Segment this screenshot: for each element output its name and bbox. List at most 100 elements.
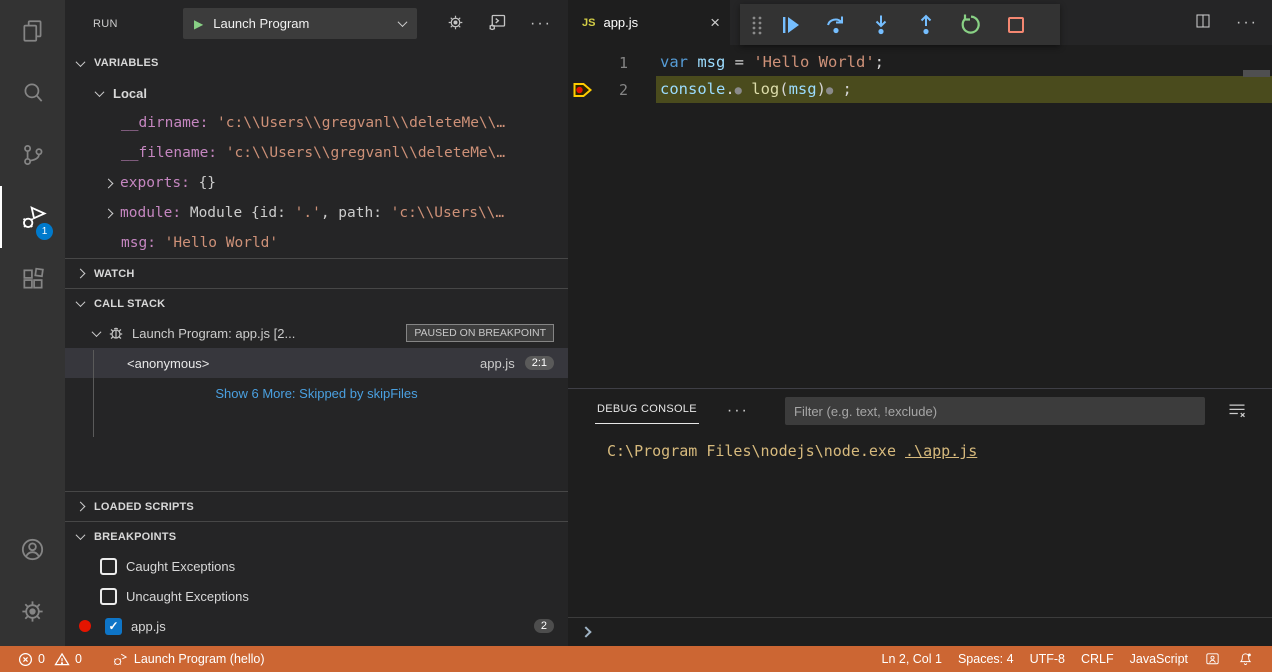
section-breakpoints[interactable]: BREAKPOINTS (65, 521, 568, 551)
problems-indicator[interactable]: 0 0 (10, 646, 90, 672)
split-editor-button[interactable] (1194, 12, 1212, 33)
callstack-session-row[interactable]: Launch Program: app.js [2... PAUSED ON B… (65, 318, 568, 348)
more-actions-button[interactable]: ··· (530, 19, 552, 29)
activity-source-control[interactable] (0, 124, 65, 186)
section-watch[interactable]: WATCH (65, 258, 568, 288)
section-call-stack[interactable]: CALL STACK (65, 288, 568, 318)
section-loaded-scripts[interactable]: LOADED SCRIPTS (65, 491, 568, 521)
vscode-window: 1 (0, 0, 1272, 672)
stop-button[interactable] (998, 8, 1034, 42)
step-out-icon (914, 13, 938, 37)
variable-text: __filename: 'c:\\Users\\gregvanl\\delete… (121, 145, 505, 161)
console-output-line[interactable]: C:\Program Files\nodejs\node.exe .\app.j… (607, 442, 1272, 460)
start-debug-icon[interactable]: ▶ (194, 17, 203, 31)
cursor-position-label: Ln 2, Col 1 (882, 652, 942, 666)
variable-msg[interactable]: msg: 'Hello World' (65, 228, 568, 258)
more-actions-button[interactable]: ··· (1236, 18, 1258, 28)
chevron-right-icon (76, 269, 86, 279)
section-label: BREAKPOINTS (94, 531, 176, 543)
run-debug-sidebar: RUN ▶ Launch Program (65, 0, 568, 646)
show-more-label: Show 6 More: Skipped by skipFiles (215, 386, 417, 401)
feedback-button[interactable] (1196, 646, 1229, 672)
variable-text: exports: {} (120, 175, 216, 191)
status-bar: 0 0 Launch Program (hello) Ln 2, Col 1 S… (0, 646, 1272, 672)
sidebar-toolbar: RUN ▶ Launch Program (65, 0, 568, 48)
notifications-button[interactable] (1229, 646, 1262, 672)
code-line-1[interactable]: 1 var msg = 'Hello World'; (568, 49, 1272, 76)
feedback-icon (1204, 651, 1221, 668)
tab-bar: JS app.js × ··· (568, 0, 1272, 45)
warning-count: 0 (75, 652, 82, 666)
tab-label: app.js (603, 15, 702, 30)
clear-console-button[interactable] (1227, 401, 1247, 424)
continue-button[interactable] (773, 8, 809, 42)
code-text: var msg = 'Hello World'; (656, 49, 1272, 76)
checkbox-checked[interactable]: ✓ (105, 618, 122, 635)
activity-search[interactable] (0, 62, 65, 124)
chevron-down-icon (95, 87, 105, 97)
callstack-frame-row[interactable]: <anonymous> app.js 2:1 (65, 348, 568, 378)
breakpoint-uncaught-exceptions[interactable]: Uncaught Exceptions (65, 581, 568, 611)
sidebar-actions: ··· (446, 12, 552, 36)
drag-handle-icon[interactable] (750, 14, 764, 36)
console-input-row[interactable] (568, 617, 1272, 646)
split-editor-icon (1194, 12, 1212, 30)
activity-extensions[interactable] (0, 248, 65, 310)
eol-label: CRLF (1081, 652, 1114, 666)
step-over-button[interactable] (818, 8, 854, 42)
panel-header: DEBUG CONSOLE ··· (568, 389, 1272, 432)
paused-on-breakpoint-badge: PAUSED ON BREAKPOINT (406, 324, 554, 342)
variable-filename[interactable]: __filename: 'c:\\Users\\gregvanl\\delete… (65, 138, 568, 168)
open-debug-console-button[interactable] (487, 12, 508, 36)
javascript-file-icon: JS (582, 17, 595, 29)
eol-sequence[interactable]: CRLF (1073, 646, 1122, 672)
show-more-link[interactable]: Show 6 More: Skipped by skipFiles (65, 378, 568, 408)
activity-run-and-debug[interactable]: 1 (0, 186, 65, 248)
indentation[interactable]: Spaces: 4 (950, 646, 1022, 672)
close-icon[interactable]: × (710, 13, 720, 33)
debug-target-indicator[interactable]: Launch Program (hello) (104, 646, 273, 672)
more-actions-button[interactable]: ··· (727, 402, 749, 420)
warning-icon (54, 652, 70, 667)
status-bar-right: Ln 2, Col 1 Spaces: 4 UTF-8 CRLF JavaScr… (874, 646, 1263, 672)
breakpoint-label: Uncaught Exceptions (126, 589, 249, 604)
step-over-icon (824, 13, 848, 37)
scrollbar-slider[interactable] (1243, 70, 1270, 77)
scope-local[interactable]: Local (65, 78, 568, 108)
console-filter-input[interactable] (785, 397, 1205, 425)
variable-module[interactable]: module: Module {id: '.', path: 'c:\\User… (65, 198, 568, 228)
section-variables[interactable]: VARIABLES (65, 48, 568, 78)
variable-text: module: Module {id: '.', path: 'c:\\User… (120, 205, 504, 221)
variable-exports[interactable]: exports: {} (65, 168, 568, 198)
debug-count-badge: 1 (36, 223, 53, 240)
activity-account[interactable] (0, 518, 65, 580)
encoding[interactable]: UTF-8 (1022, 646, 1073, 672)
checkbox-unchecked[interactable] (100, 588, 117, 605)
frame-position-badge: 2:1 (525, 356, 554, 370)
launch-config-dropdown[interactable]: ▶ Launch Program (183, 8, 417, 39)
language-mode[interactable]: JavaScript (1122, 646, 1196, 672)
restart-button[interactable] (953, 8, 989, 42)
breakpoint-appjs[interactable]: ✓ app.js 2 (65, 611, 568, 641)
checkbox-unchecked[interactable] (100, 558, 117, 575)
activity-explorer[interactable] (0, 0, 65, 62)
tab-appjs[interactable]: JS app.js × (568, 0, 730, 45)
source-control-icon (20, 142, 46, 168)
code-line-2[interactable]: 2 console.● log(msg)● ; (568, 76, 1272, 103)
chevron-down-icon (92, 327, 102, 337)
section-label: VARIABLES (94, 57, 159, 69)
line-number: 2 (600, 81, 628, 99)
step-out-button[interactable] (908, 8, 944, 42)
breakpoint-caught-exceptions[interactable]: Caught Exceptions (65, 551, 568, 581)
step-into-button[interactable] (863, 8, 899, 42)
line-number: 1 (600, 54, 628, 72)
tab-debug-console[interactable]: DEBUG CONSOLE (595, 397, 699, 424)
section-label: CALL STACK (94, 298, 165, 310)
code-editor[interactable]: 1 var msg = 'Hello World'; 2 console.● l… (568, 45, 1272, 389)
settings-gear-button[interactable] (446, 13, 465, 35)
variable-dirname[interactable]: __dirname: 'c:\\Users\\gregvanl\\deleteM… (65, 108, 568, 138)
error-icon (18, 652, 33, 667)
gutter-glyph[interactable] (568, 82, 600, 98)
cursor-position[interactable]: Ln 2, Col 1 (874, 646, 950, 672)
activity-manage[interactable] (0, 580, 65, 642)
